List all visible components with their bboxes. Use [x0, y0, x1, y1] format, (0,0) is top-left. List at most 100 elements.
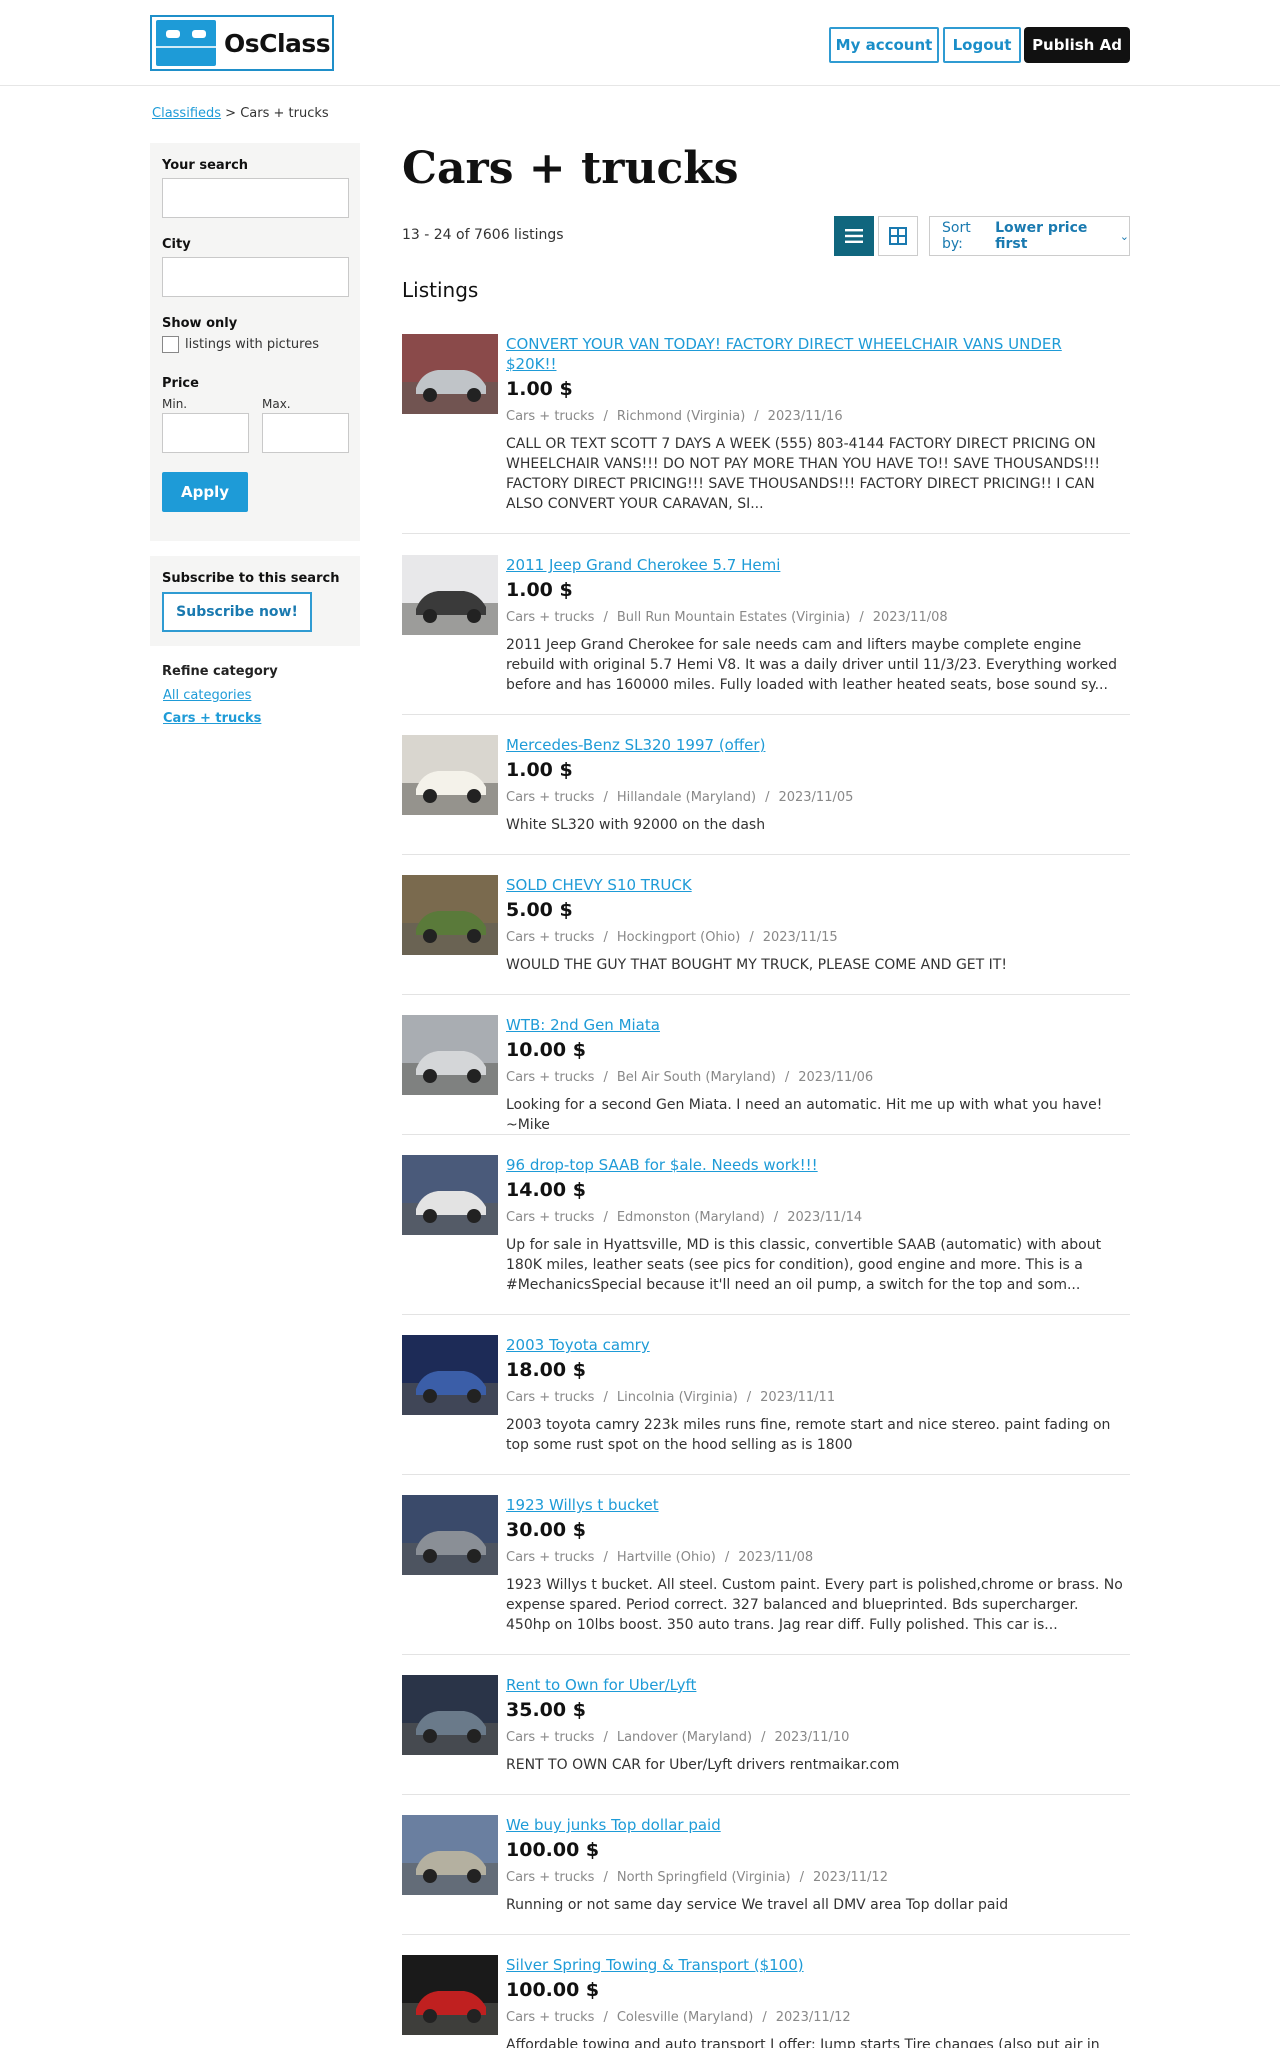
price-label: Price	[162, 376, 199, 391]
listing-location: North Springfield (Virginia)	[616, 1870, 791, 1885]
listing-title-link[interactable]: Rent to Own for Uber/Lyft	[506, 1675, 1086, 1695]
current-category-link[interactable]: Cars + trucks	[163, 711, 261, 726]
meta-separator: /	[746, 1390, 752, 1405]
listing-description: Up for sale in Hyattsville, MD is this c…	[506, 1237, 1102, 1293]
listing-thumbnail[interactable]	[402, 555, 498, 635]
meta-separator: /	[603, 790, 608, 805]
all-categories-link[interactable]: All categories	[163, 688, 251, 703]
car-photo-icon	[402, 875, 498, 955]
listing-title-link[interactable]: CONVERT YOUR VAN TODAY! FACTORY DIRECT W…	[506, 334, 1086, 374]
your-search-input[interactable]	[162, 178, 349, 218]
meta-separator: /	[754, 409, 759, 424]
listing-description: CALL OR TEXT SCOTT 7 DAYS A WEEK (555) 8…	[506, 436, 1101, 512]
car-photo-icon	[402, 1955, 498, 2035]
listings-heading: Listings	[402, 278, 479, 302]
listing-price: 14.00 $	[506, 1179, 586, 1201]
listing-thumbnail[interactable]	[402, 1495, 498, 1575]
listing-category: Cars + trucks	[506, 1390, 595, 1405]
listing-title-link[interactable]: 2003 Toyota camry	[506, 1335, 1086, 1355]
listing-category: Cars + trucks	[506, 2010, 595, 2025]
listing-thumbnail[interactable]	[402, 334, 498, 414]
pictures-only-checkbox[interactable]	[162, 336, 179, 353]
breadcrumb-home-link[interactable]: Classifieds	[152, 106, 221, 121]
listing-description: Affordable towing and auto transport I o…	[506, 2037, 1100, 2048]
listing-price: 30.00 $	[506, 1519, 586, 1541]
listing-location: Lincolnia (Virginia)	[616, 1390, 738, 1405]
listing-item: 2011 Jeep Grand Cherokee 5.7 Hemi 1.00 $ C…	[402, 555, 1130, 715]
listing-title-link[interactable]: 1923 Willys t bucket	[506, 1495, 1086, 1515]
listing-date: 2023/11/12	[775, 2010, 851, 2025]
listing-item: We buy junks Top dollar paid 100.00 $ Cars…	[402, 1815, 1130, 1935]
car-photo-icon	[402, 1815, 498, 1895]
meta-separator: /	[603, 1210, 608, 1225]
list-icon	[845, 229, 863, 243]
list-view-button[interactable]	[834, 216, 874, 256]
pictures-only-label: listings with pictures	[185, 337, 319, 352]
listing-description: Looking for a second Gen Miata. I need a…	[506, 1097, 1103, 1133]
meta-separator: /	[603, 1070, 608, 1085]
apply-button[interactable]: Apply	[162, 472, 248, 512]
listing-title-link[interactable]: We buy junks Top dollar paid	[506, 1815, 1086, 1835]
listing-meta: Cars + trucks / Landover (Maryland) / 2023/1…	[506, 1730, 849, 1745]
listing-thumbnail[interactable]	[402, 1155, 498, 1235]
listing-date: 2023/11/10	[774, 1730, 850, 1745]
listing-price: 5.00 $	[506, 899, 573, 921]
listing-price: 18.00 $	[506, 1359, 586, 1381]
grid-icon	[889, 227, 907, 245]
listing-location: Bull Run Mountain Estates (Virginia)	[616, 610, 851, 625]
listing-location: Hockingport (Ohio)	[616, 930, 741, 945]
site-logo[interactable]: OsClass	[150, 15, 334, 71]
price-max-label: Max.	[262, 397, 291, 411]
listing-price: 1.00 $	[506, 579, 573, 601]
listing-date: 2023/11/06	[798, 1070, 874, 1085]
publish-ad-button[interactable]: Publish Ad	[1024, 27, 1130, 63]
city-input[interactable]	[162, 257, 349, 297]
listing-meta: Cars + trucks / Hartville (Ohio) / 2023/11/0…	[506, 1550, 813, 1565]
logout-button[interactable]: Logout	[943, 27, 1021, 63]
car-photo-icon	[402, 1495, 498, 1575]
car-photo-icon	[402, 1015, 498, 1095]
grid-view-button[interactable]	[878, 216, 918, 256]
subscribe-button[interactable]: Subscribe now!	[162, 592, 312, 632]
listing-meta: Cars + trucks / Richmond (Virginia) / 2023/1…	[506, 409, 843, 424]
listing-thumbnail[interactable]	[402, 1815, 498, 1895]
price-max-input[interactable]	[262, 413, 349, 453]
listing-item: 2003 Toyota camry 18.00 $ Cars + trucks / Li…	[402, 1335, 1130, 1475]
my-account-button[interactable]: My account	[829, 27, 939, 63]
listing-category: Cars + trucks	[506, 409, 595, 424]
listing-thumbnail[interactable]	[402, 1675, 498, 1755]
listing-meta: Cars + trucks / North Springfield (Virgini…	[506, 1870, 888, 1885]
listing-title-link[interactable]: 96 drop-top SAAB for $ale. Needs work!!!	[506, 1155, 1086, 1175]
listing-item: CONVERT YOUR VAN TODAY! FACTORY DIRECT W…	[402, 334, 1130, 534]
meta-separator: /	[765, 790, 770, 805]
listing-location: Colesville (Maryland)	[616, 2010, 754, 2025]
listing-thumbnail[interactable]	[402, 735, 498, 815]
price-min-input[interactable]	[162, 413, 249, 453]
sort-value: Lower price first	[995, 220, 1088, 252]
show-only-label: Show only	[162, 316, 238, 331]
listing-title-link[interactable]: Mercedes-Benz SL320 1997 (offer)	[506, 735, 1086, 755]
sort-select[interactable]: Sort by: Lower price first ⌄	[929, 216, 1130, 256]
listing-date: 2023/11/12	[813, 1870, 888, 1885]
listing-title-link[interactable]: WTB: 2nd Gen Miata	[506, 1015, 1086, 1035]
listing-item: 1923 Willys t bucket 30.00 $ Cars + trucks…	[402, 1495, 1130, 1655]
listing-description: White SL320 with 92000 on the dash	[506, 817, 766, 833]
listing-thumbnail[interactable]	[402, 1955, 498, 2035]
car-photo-icon	[402, 735, 498, 815]
listing-price: 100.00 $	[506, 1979, 600, 2001]
listing-price: 100.00 $	[506, 1839, 600, 1861]
breadcrumb-separator: >	[225, 106, 237, 121]
listing-category: Cars + trucks	[506, 1550, 595, 1565]
listing-title-link[interactable]: SOLD CHEVY S10 TRUCK	[506, 875, 1086, 895]
listing-item: Mercedes-Benz SL320 1997 (offer) 1.00 $ Ca…	[402, 735, 1130, 855]
listing-price: 35.00 $	[506, 1699, 586, 1721]
listing-title-link[interactable]: Silver Spring Towing & Transport ($100)	[506, 1955, 1086, 1975]
listing-thumbnail[interactable]	[402, 1015, 498, 1095]
listing-thumbnail[interactable]	[402, 875, 498, 955]
listing-title-link[interactable]: 2011 Jeep Grand Cherokee 5.7 Hemi	[506, 555, 1086, 575]
chevron-down-icon: ⌄	[1119, 229, 1129, 243]
meta-separator: /	[603, 930, 608, 945]
listing-item: SOLD CHEVY S10 TRUCK 5.00 $ Cars + trucks /…	[402, 875, 1130, 995]
listing-thumbnail[interactable]	[402, 1335, 498, 1415]
listing-description: Running or not same day service We trave…	[506, 1897, 1009, 1913]
